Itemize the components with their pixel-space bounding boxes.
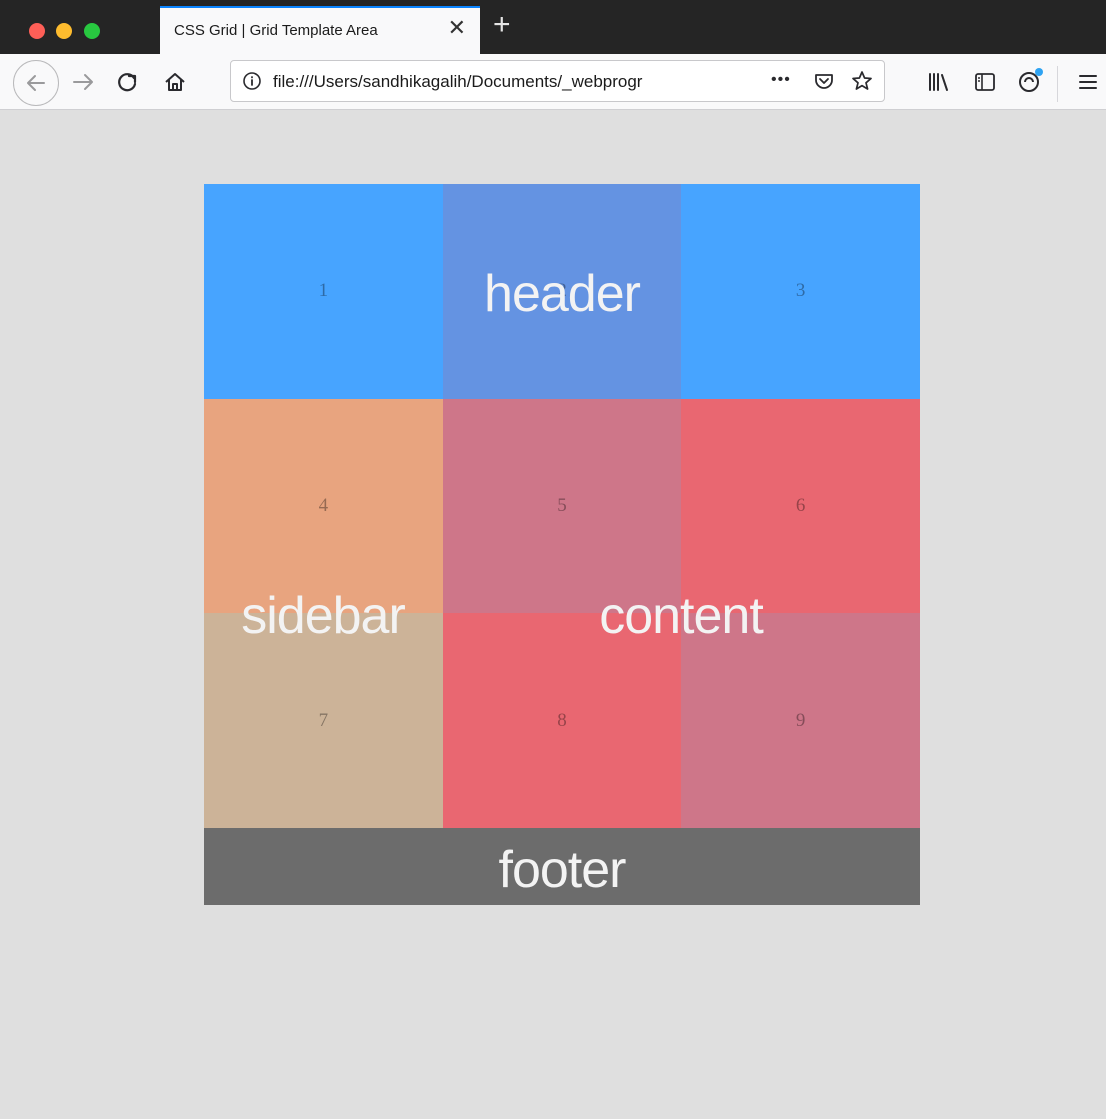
more-icon[interactable]: ••• [771,71,791,89]
reload-icon[interactable] [116,70,140,94]
new-tab-icon[interactable]: + [493,10,511,40]
window-close-button[interactable] [29,23,45,39]
pocket-icon[interactable] [813,70,835,92]
tab-active[interactable]: CSS Grid | Grid Template Area ✕ [160,6,480,54]
forward-arrow-icon[interactable] [70,70,98,94]
tab-close-icon[interactable]: ✕ [448,17,466,39]
info-icon[interactable] [242,71,262,91]
title-bar: CSS Grid | Grid Template Area ✕ + [0,0,1106,54]
grid-cell-6: 6 [681,398,920,614]
url-bar[interactable]: file:///Users/sandhikagalih/Documents/_w… [230,60,885,102]
home-icon[interactable] [163,70,187,94]
grid-cell-5: 5 [442,398,682,614]
back-button[interactable] [13,60,59,106]
grid-cell-3: 3 [681,184,920,399]
toolbar-separator [1057,66,1058,102]
window-minimize-button[interactable] [56,23,72,39]
bookmark-star-icon[interactable] [850,69,874,93]
footer-area-label: footer [498,841,627,899]
back-arrow-icon [27,75,45,91]
nav-toolbar: file:///Users/sandhikagalih/Documents/_w… [0,54,1106,110]
footer-area: footer [204,828,920,905]
sidebar-icon[interactable] [973,70,997,94]
grid-container: 1 2 3 4 5 6 7 8 9 header sidebar content [204,184,920,828]
window-maximize-button[interactable] [84,23,100,39]
grid-cell-1: 1 [204,184,443,399]
url-fade [681,63,729,99]
url-input[interactable]: file:///Users/sandhikagalih/Documents/_w… [273,72,723,92]
content-area-label: content [599,587,764,645]
header-area-label: header [484,265,641,323]
sidebar-area-label: sidebar [241,587,406,645]
menu-icon[interactable] [1077,70,1099,94]
library-icon[interactable] [926,70,952,94]
account-icon[interactable] [1017,66,1047,94]
tab-title: CSS Grid | Grid Template Area [174,22,378,39]
grid-cell-4: 4 [204,398,443,614]
